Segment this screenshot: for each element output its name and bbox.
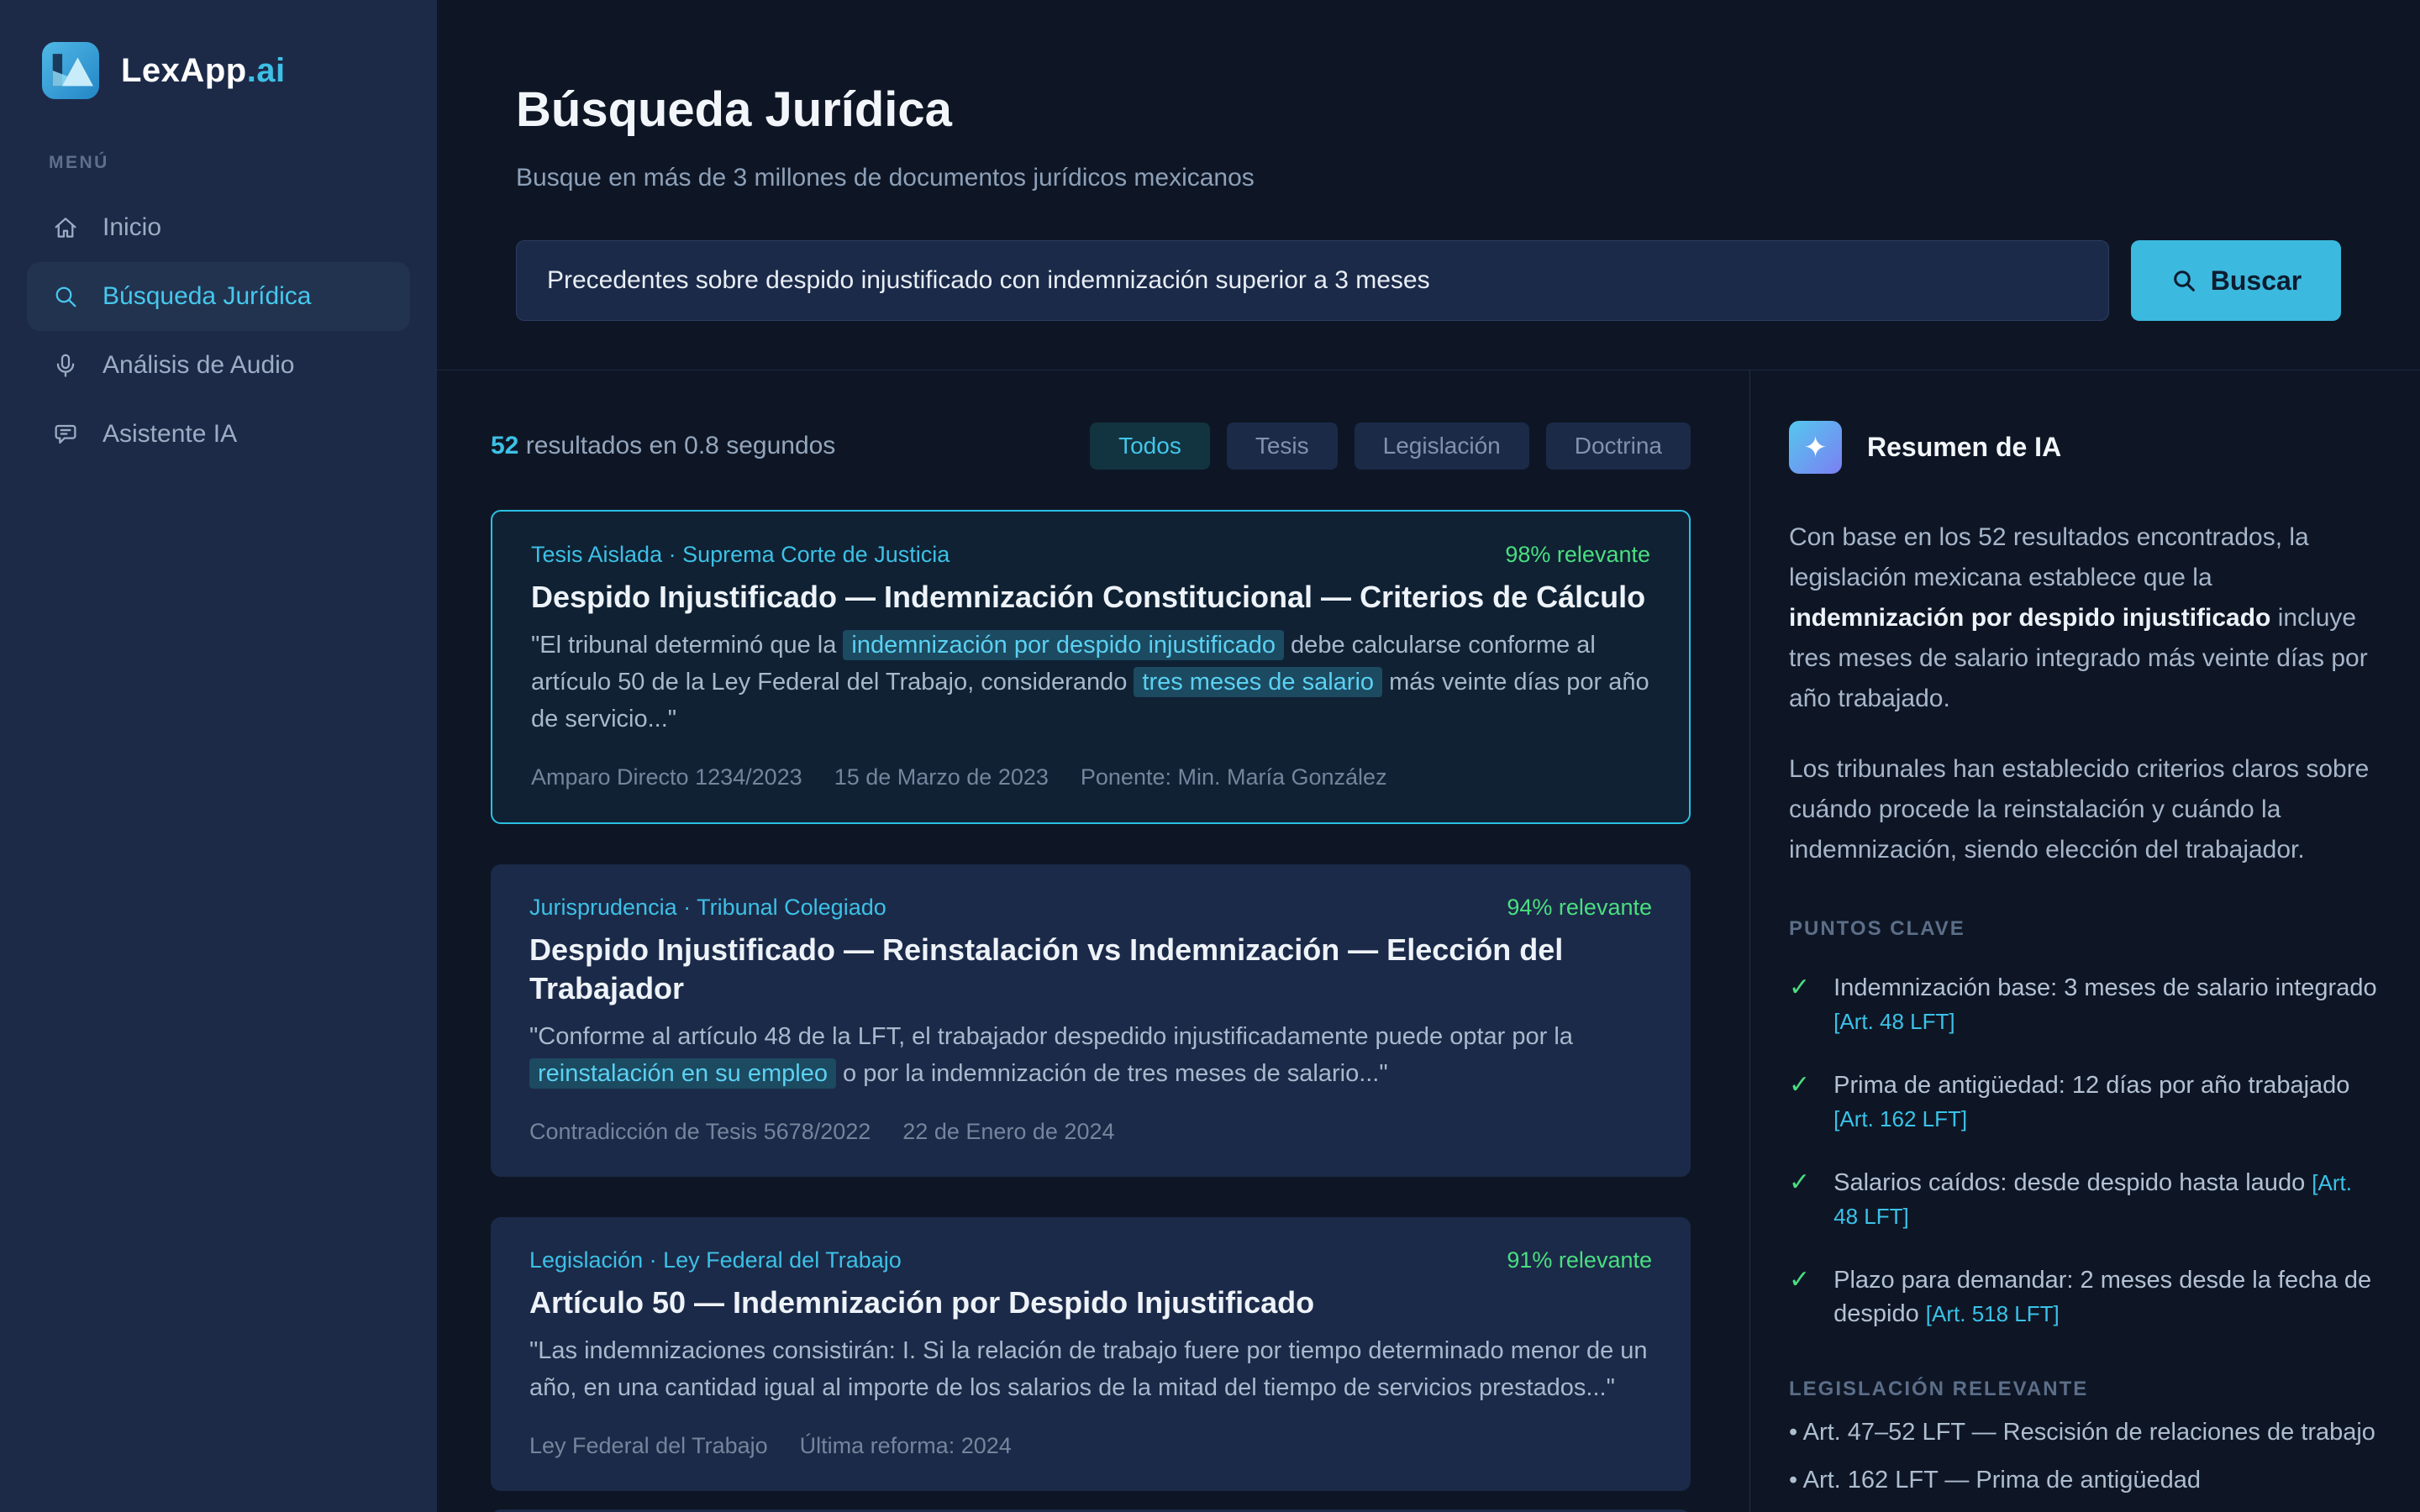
keypoint-text: Plazo para demandar: 2 meses desde la fe… — [1833, 1267, 2371, 1327]
home-icon — [52, 214, 79, 241]
check-icon: ✓ — [1789, 1166, 1810, 1200]
results-meta-row: 52 resultados en 0.8 segundos Todos Tesi… — [491, 423, 1691, 470]
keypoint-text: Indemnización base: 3 meses de salario i… — [1833, 974, 2376, 1001]
card-header: Jurisprudencia · Tribunal Colegiado 94% … — [529, 895, 1652, 921]
app-logo-icon — [42, 42, 99, 99]
source-badge: Tesis Aislada · Suprema Corte de Justici… — [531, 542, 950, 568]
meta-item: Última reforma: 2024 — [800, 1433, 1012, 1459]
sidebar-menu: Inicio Búsqueda Jurídica Análisis de Aud… — [0, 193, 437, 469]
sidebar-item-busqueda-juridica[interactable]: Búsqueda Jurídica — [27, 262, 410, 331]
search-row: Buscar — [516, 240, 2341, 321]
citation-link[interactable]: [Art. 518 LFT] — [1926, 1301, 2060, 1326]
microphone-icon — [52, 352, 79, 379]
brand: LexApp.ai — [42, 42, 437, 99]
legislation-label: LEGISLACIÓN RELEVANTE — [1789, 1378, 2378, 1401]
meta-item: Ponente: Min. María González — [1081, 764, 1387, 790]
filter-chip-doctrina[interactable]: Doctrina — [1546, 423, 1691, 470]
search-box — [516, 240, 2109, 321]
relevance-badge: 91% relevante — [1507, 1247, 1652, 1273]
citation-link[interactable]: [Art. 162 LFT] — [1833, 1106, 1967, 1131]
check-icon: ✓ — [1789, 1068, 1810, 1102]
legislation-item: • Art. 47–52 LFT — Rescisión de relacion… — [1789, 1416, 2378, 1449]
result-meta: Contradicción de Tesis 5678/2022 22 de E… — [529, 1119, 1652, 1145]
sidebar-item-label: Inicio — [103, 213, 161, 242]
result-meta: Amparo Directo 1234/2023 15 de Marzo de … — [531, 764, 1650, 790]
page-header: Búsqueda Jurídica Busque en más de 3 mil… — [437, 0, 2420, 370]
ai-summary-panel: ✦ Resumen de IA Con base en los 52 resul… — [1749, 370, 2420, 1512]
relevance-badge: 98% relevante — [1505, 542, 1650, 568]
ai-summary-title: Resumen de IA — [1867, 432, 2061, 463]
results-section: 52 resultados en 0.8 segundos Todos Tesi… — [437, 370, 1749, 1512]
sidebar-item-analisis-audio[interactable]: Análisis de Audio — [27, 331, 410, 400]
check-icon: ✓ — [1789, 1263, 1810, 1297]
filter-chips: Todos Tesis Legislación Doctrina — [1090, 423, 1691, 470]
card-header: Legislación · Ley Federal del Trabajo 91… — [529, 1247, 1652, 1273]
keypoint-item: ✓ Plazo para demandar: 2 meses desde la … — [1789, 1263, 2378, 1331]
search-icon — [2170, 267, 2197, 294]
result-card[interactable]: Tesis Aislada · Suprema Corte de Justici… — [491, 510, 1691, 824]
ai-summary-paragraph: Los tribunales han establecido criterios… — [1789, 749, 2378, 870]
relevance-badge: 94% relevante — [1507, 895, 1652, 921]
main-area: Búsqueda Jurídica Busque en más de 3 mil… — [437, 0, 2420, 1512]
meta-item: Amparo Directo 1234/2023 — [531, 764, 802, 790]
results-count: 52 resultados en 0.8 segundos — [491, 432, 835, 460]
result-card[interactable]: Legislación · Ley Federal del Trabajo 91… — [491, 1217, 1691, 1491]
result-excerpt: "Conforme al artículo 48 de la LFT, el t… — [529, 1018, 1652, 1092]
ai-summary-header: ✦ Resumen de IA — [1789, 421, 2378, 474]
keypoint-text: Salarios caídos: desde despido hasta lau… — [1833, 1169, 2305, 1196]
meta-item: Contradicción de Tesis 5678/2022 — [529, 1119, 871, 1145]
result-excerpt: "Las indemnizaciones consistirán: I. Si … — [529, 1332, 1652, 1406]
chat-bubble-icon — [52, 421, 79, 448]
sidebar: LexApp.ai MENÚ Inicio Búsqueda Jurídica … — [0, 0, 437, 1512]
result-title: Artículo 50 — Indemnización por Despido … — [529, 1284, 1652, 1322]
page-title: Búsqueda Jurídica — [516, 81, 2341, 139]
source-badge: Legislación · Ley Federal del Trabajo — [529, 1247, 902, 1273]
result-title: Despido Injustificado — Reinstalación vs… — [529, 931, 1652, 1008]
search-input[interactable] — [547, 266, 2078, 295]
keypoint-item: ✓ Salarios caídos: desde despido hasta l… — [1789, 1166, 2378, 1233]
sparkle-icon: ✦ — [1789, 421, 1842, 474]
citation-link[interactable]: [Art. 48 LFT] — [1833, 1009, 1955, 1034]
legislation-item: • Art. 162 LFT — Prima de antigüedad — [1789, 1464, 2378, 1497]
filter-chip-legislacion[interactable]: Legislación — [1355, 423, 1529, 470]
sidebar-item-label: Asistente IA — [103, 420, 237, 449]
sidebar-item-inicio[interactable]: Inicio — [27, 193, 410, 262]
meta-item: 22 de Enero de 2024 — [902, 1119, 1114, 1145]
check-icon: ✓ — [1789, 971, 1810, 1005]
keypoint-item: ✓ Indemnización base: 3 meses de salario… — [1789, 971, 2378, 1038]
ai-summary-paragraph: Con base en los 52 resultados encontrado… — [1789, 517, 2378, 719]
source-badge: Jurisprudencia · Tribunal Colegiado — [529, 895, 886, 921]
result-title: Despido Injustificado — Indemnización Co… — [531, 578, 1650, 617]
result-meta: Ley Federal del Trabajo Última reforma: … — [529, 1433, 1652, 1459]
app-title: LexApp.ai — [121, 52, 286, 90]
sidebar-item-label: Búsqueda Jurídica — [103, 282, 312, 311]
sidebar-item-asistente-ia[interactable]: Asistente IA — [27, 400, 410, 469]
result-card[interactable]: Jurisprudencia · Tribunal Colegiado 94% … — [491, 864, 1691, 1177]
filter-chip-tesis[interactable]: Tesis — [1227, 423, 1338, 470]
page-subtitle: Busque en más de 3 millones de documento… — [516, 163, 2341, 193]
search-icon — [52, 283, 79, 310]
sidebar-item-label: Análisis de Audio — [103, 351, 295, 380]
meta-item: 15 de Marzo de 2023 — [834, 764, 1049, 790]
keypoints-label: PUNTOS CLAVE — [1789, 917, 2378, 941]
meta-item: Ley Federal del Trabajo — [529, 1433, 768, 1459]
keypoint-text: Prima de antigüedad: 12 días por año tra… — [1833, 1072, 2349, 1099]
filter-chip-todos[interactable]: Todos — [1090, 423, 1210, 470]
result-excerpt: "El tribunal determinó que la indemnizac… — [531, 627, 1650, 738]
content-row: 52 resultados en 0.8 segundos Todos Tesi… — [437, 370, 2420, 1512]
card-header: Tesis Aislada · Suprema Corte de Justici… — [531, 542, 1650, 568]
search-button[interactable]: Buscar — [2131, 240, 2341, 321]
keypoint-item: ✓ Prima de antigüedad: 12 días por año t… — [1789, 1068, 2378, 1136]
sidebar-section-label: MENÚ — [49, 153, 437, 173]
